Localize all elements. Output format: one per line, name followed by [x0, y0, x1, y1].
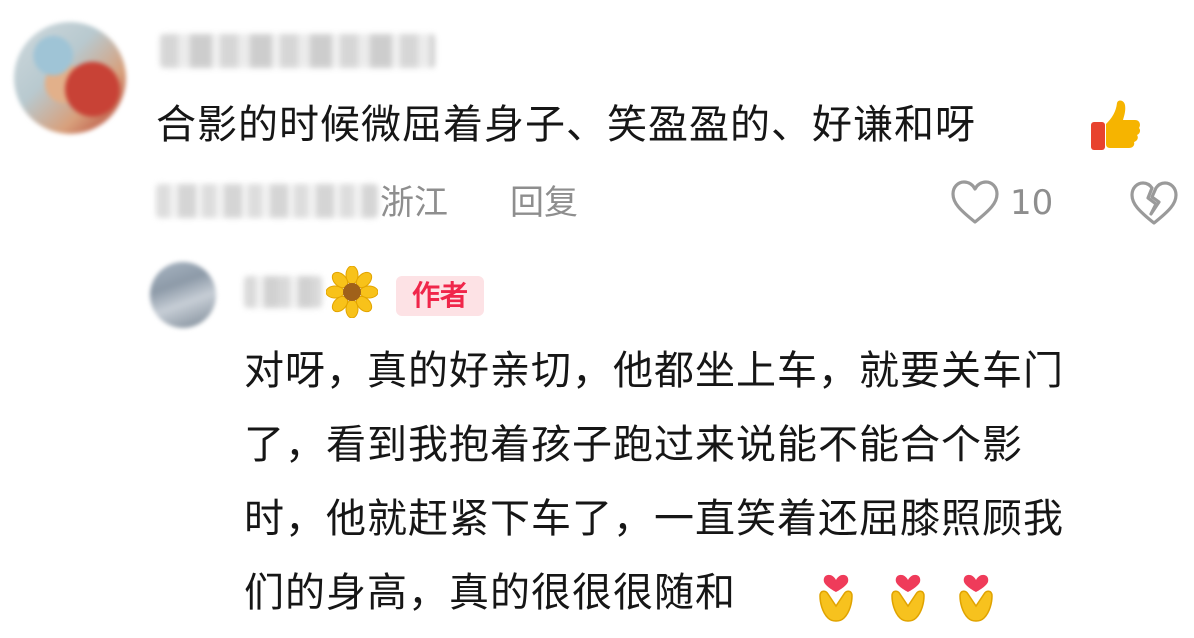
author-avatar[interactable]	[150, 262, 216, 328]
commenter-name-blurred[interactable]	[160, 34, 435, 68]
reply-text-line: 们的身高，真的很很很随和	[244, 570, 736, 616]
comment-location: 浙江	[380, 183, 448, 223]
reply-text-line: 了，看到我抱着孩子跑过来说能不能合个影	[244, 422, 1023, 468]
like-count: 10	[1010, 183, 1054, 223]
reply-button[interactable]: 回复	[510, 181, 578, 225]
commenter-avatar[interactable]	[14, 22, 126, 134]
comment-text: 合影的时候微屈着身子、笑盈盈的、好谦和呀	[156, 102, 976, 148]
heart-hands-icon	[891, 574, 925, 622]
author-badge: 作者	[396, 276, 484, 316]
broken-heart-dislike-icon[interactable]	[1128, 178, 1180, 230]
heart-like-icon[interactable]	[950, 178, 1000, 228]
sunflower-icon	[326, 266, 378, 318]
author-name-blurred[interactable]	[244, 276, 322, 308]
heart-hands-icon	[819, 574, 853, 622]
comment-timestamp-blurred	[156, 184, 378, 218]
heart-hands-icon	[959, 574, 993, 622]
reply-text-line: 时，他就赶紧下车了，一直笑着还屈膝照顾我	[244, 496, 1064, 542]
reply-text-line: 对呀，真的好亲切，他都坐上车，就要关车门	[244, 348, 1064, 394]
thumbs-up-icon	[1091, 100, 1141, 150]
